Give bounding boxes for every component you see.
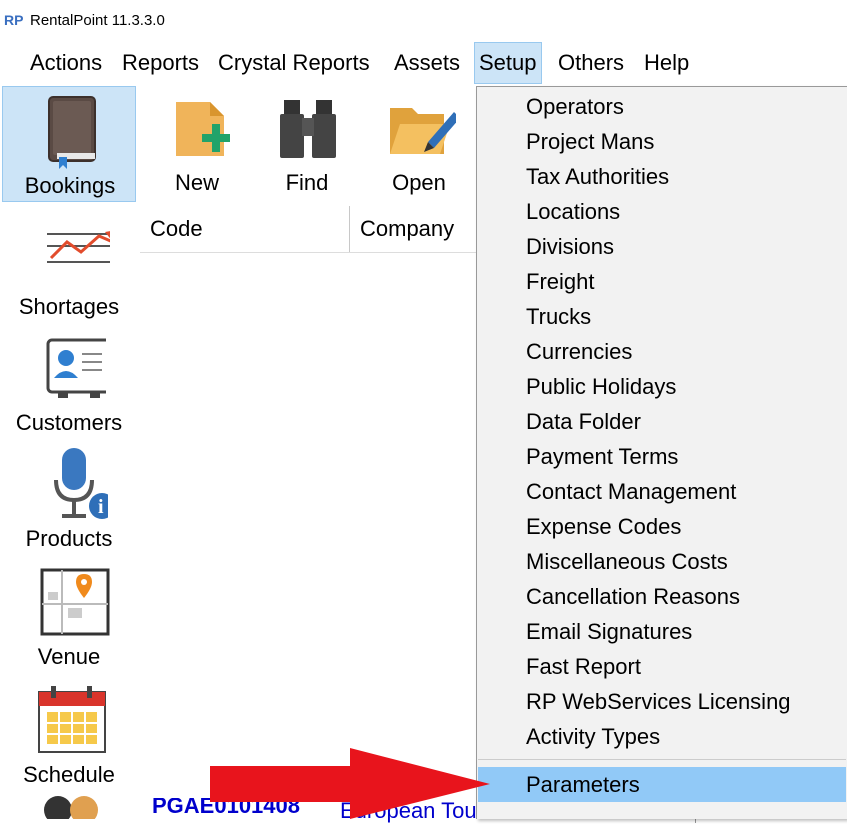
menu-help[interactable]: Help xyxy=(640,42,693,84)
menu-item-project-mans[interactable]: Project Mans xyxy=(478,124,846,159)
menu-item-tax-authorities[interactable]: Tax Authorities xyxy=(478,159,846,194)
book-icon xyxy=(48,96,96,169)
booking-code: PGAE0101408 xyxy=(152,798,300,818)
menu-reports[interactable]: Reports xyxy=(118,42,203,84)
open-button[interactable]: Open xyxy=(364,86,474,202)
menu-item-public-holidays[interactable]: Public Holidays xyxy=(478,369,846,404)
menu-item-divisions[interactable]: Divisions xyxy=(478,229,846,264)
menu-item-miscellaneous-costs[interactable]: Miscellaneous Costs xyxy=(478,544,846,579)
people-icon xyxy=(44,796,98,819)
setup-dropdown-menu: Operators Project Mans Tax Authorities L… xyxy=(476,86,847,819)
menu-crystal-reports[interactable]: Crystal Reports xyxy=(214,42,374,84)
menu-item-cancellation-reasons[interactable]: Cancellation Reasons xyxy=(478,579,846,614)
menu-item-expense-codes[interactable]: Expense Codes xyxy=(478,509,846,544)
menu-item-activity-types[interactable]: Activity Types xyxy=(478,719,846,754)
sidebar-item-label: Bookings xyxy=(24,173,116,198)
menu-others[interactable]: Others xyxy=(554,42,628,84)
open-button-label: Open xyxy=(392,170,446,195)
grid-header: Code Company xyxy=(140,206,480,253)
menu-item-contact-management[interactable]: Contact Management xyxy=(478,474,846,509)
sidebar-item-shortages[interactable]: Shortages xyxy=(2,206,136,322)
toolbar: New Find Open xyxy=(138,86,478,202)
new-document-icon xyxy=(176,102,230,156)
menu-assets[interactable]: Assets xyxy=(390,42,464,84)
binoculars-icon xyxy=(280,100,336,158)
menu-separator xyxy=(478,759,846,760)
menu-item-trucks[interactable]: Trucks xyxy=(478,299,846,334)
sidebar-item-label: Products xyxy=(25,526,113,551)
sidebar-item-products[interactable]: i Products xyxy=(2,438,136,554)
calendar-icon xyxy=(38,686,106,753)
menu-item-email-signatures[interactable]: Email Signatures xyxy=(478,614,846,649)
menu-item-rp-webservices-licensing[interactable]: RP WebServices Licensing xyxy=(478,684,846,719)
microphone-info-icon: i xyxy=(54,448,108,519)
svg-text:i: i xyxy=(98,496,104,518)
find-button-label: Find xyxy=(285,170,329,195)
menu-setup[interactable]: Setup xyxy=(474,42,542,84)
menu-item-data-folder[interactable]: Data Folder xyxy=(478,404,846,439)
new-button[interactable]: New xyxy=(142,86,252,202)
sidebar-item-bookings[interactable]: Bookings xyxy=(2,86,136,202)
menu-item-currencies[interactable]: Currencies xyxy=(478,334,846,369)
sidebar-item-label: Venue xyxy=(37,644,101,669)
find-button[interactable]: Find xyxy=(252,86,362,202)
menu-item-freight[interactable]: Freight xyxy=(478,264,846,299)
sidebar-item-label: Customers xyxy=(15,410,123,435)
sidebar-item-venue[interactable]: Venue xyxy=(2,556,136,672)
sidebar-item-schedule[interactable]: Schedule xyxy=(2,674,136,790)
contact-card-icon xyxy=(46,338,106,398)
column-header-company[interactable]: Company xyxy=(350,206,480,252)
window-title: RentalPoint 11.3.3.0 xyxy=(30,12,165,29)
menu-actions[interactable]: Actions xyxy=(26,42,106,84)
menu-item-fast-report[interactable]: Fast Report xyxy=(478,649,846,684)
column-header-code[interactable]: Code xyxy=(140,206,350,252)
map-pin-icon xyxy=(40,568,110,636)
menu-item-parameters[interactable]: Parameters xyxy=(478,767,846,802)
menu-item-locations[interactable]: Locations xyxy=(478,194,846,229)
menu-item-operators[interactable]: Operators xyxy=(478,89,846,124)
open-folder-icon xyxy=(390,108,456,154)
menu-bar: Actions Reports Crystal Reports Assets S… xyxy=(0,42,847,86)
new-button-label: New xyxy=(174,170,219,195)
app-logo-icon: RP xyxy=(4,12,24,28)
sidebar-item-label: Shortages xyxy=(18,294,120,319)
title-bar: RP RentalPoint 11.3.3.0 xyxy=(0,0,847,42)
sidebar-item-customers[interactable]: Customers xyxy=(2,322,136,438)
menu-item-payment-terms[interactable]: Payment Terms xyxy=(478,439,846,474)
shortages-chart-icon xyxy=(47,231,110,263)
sidebar: Bookings Shortages Customers i Products … xyxy=(0,86,138,819)
